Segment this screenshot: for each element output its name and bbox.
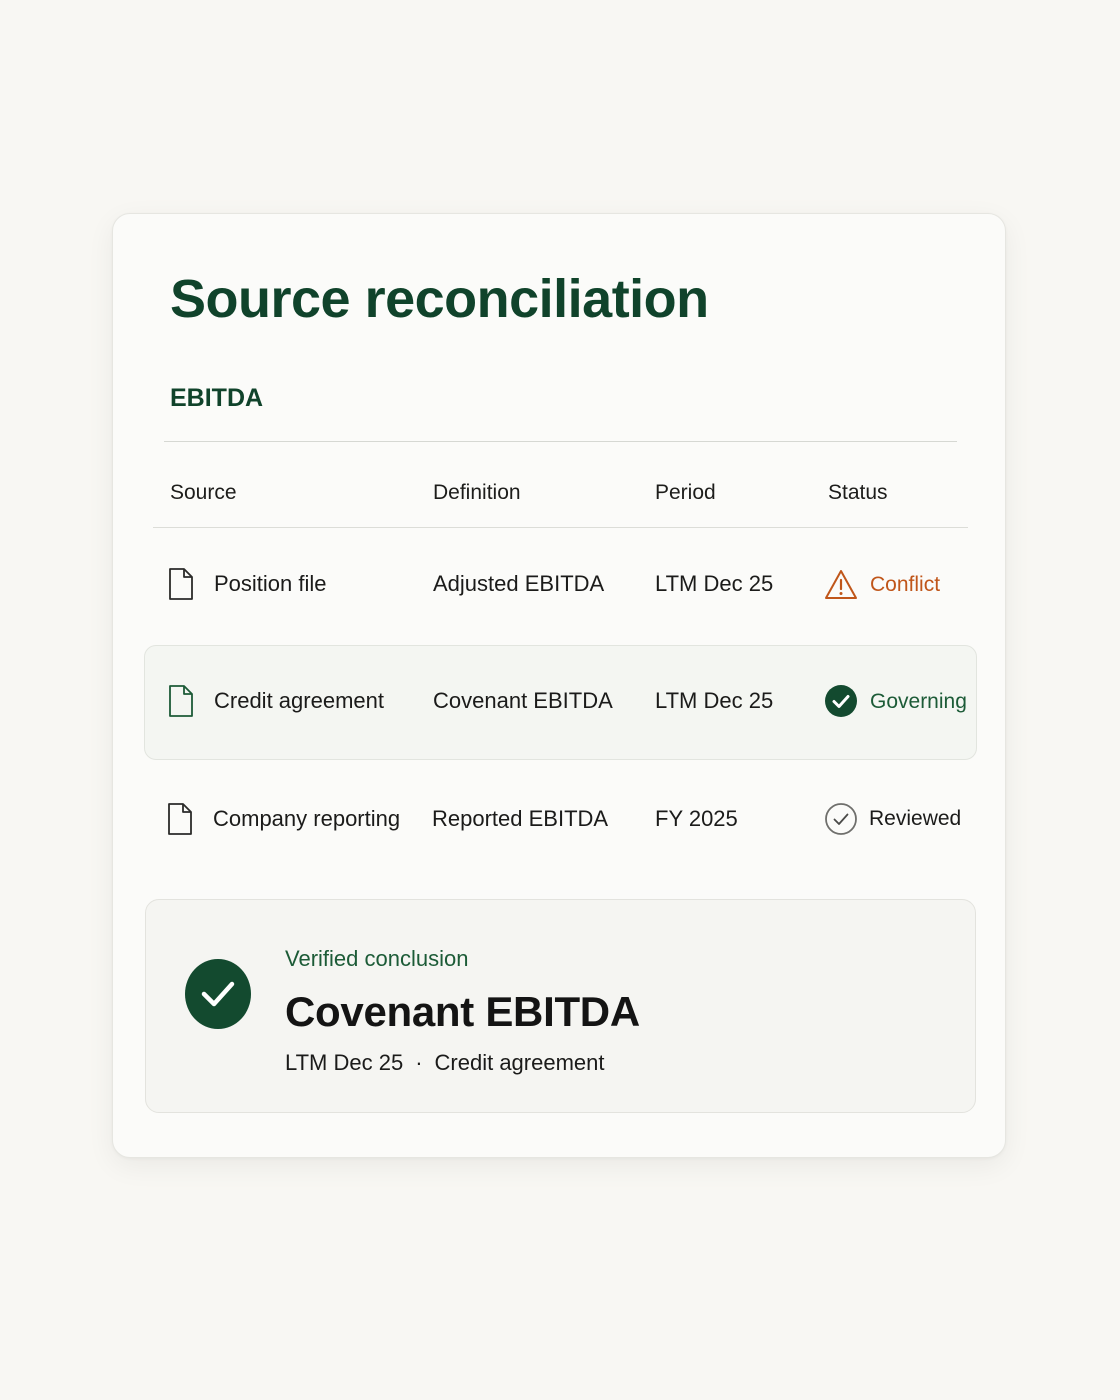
row-period: LTM Dec 25 xyxy=(655,688,774,713)
check-circle-filled-icon xyxy=(825,685,857,717)
row-source: Company reporting xyxy=(213,806,401,831)
document-icon xyxy=(169,568,193,600)
column-header-source: Source xyxy=(170,481,237,504)
column-header-status: Status xyxy=(828,481,888,504)
document-icon xyxy=(168,803,192,835)
table-row-company-reporting[interactable]: Company reporting Reported EBITDA FY 202… xyxy=(144,762,977,877)
conclusion-label: Verified conclusion xyxy=(285,946,469,971)
page-title: Source reconciliation xyxy=(170,269,709,329)
conclusion-value: Covenant EBITDA xyxy=(285,988,640,1035)
check-circle-outline-icon xyxy=(825,803,857,835)
metric-label: EBITDA xyxy=(170,384,264,412)
verified-check-icon xyxy=(185,959,251,1029)
column-header-period: Period xyxy=(655,481,716,504)
separator-dot: · xyxy=(415,1050,423,1075)
row-period: LTM Dec 25 xyxy=(655,571,774,596)
status-badge-conflict: Conflict xyxy=(870,573,941,596)
source-reconciliation-panel: Source reconciliation EBITDA Source Defi… xyxy=(112,213,1006,1158)
row-period: FY 2025 xyxy=(655,806,738,831)
table-row-position-file[interactable]: Position file Adjusted EBITDA LTM Dec 25… xyxy=(144,528,977,643)
row-definition: Covenant EBITDA xyxy=(433,688,613,713)
conclusion-meta: LTM Dec 25 · Credit agreement xyxy=(285,1048,605,1078)
row-definition: Reported EBITDA xyxy=(432,806,609,831)
divider xyxy=(164,441,957,442)
status-badge-reviewed: Reviewed xyxy=(869,807,962,830)
table-row-credit-agreement[interactable]: Credit agreement Covenant EBITDA LTM Dec… xyxy=(144,645,977,760)
verified-conclusion-card: Verified conclusion Covenant EBITDA LTM … xyxy=(145,899,976,1113)
row-source: Position file xyxy=(214,571,327,596)
row-definition: Adjusted EBITDA xyxy=(433,571,605,596)
row-source: Credit agreement xyxy=(214,688,384,713)
status-badge-governing: Governing xyxy=(870,690,967,713)
document-icon xyxy=(169,685,193,717)
conclusion-period: LTM Dec 25 xyxy=(285,1050,404,1075)
column-header-definition: Definition xyxy=(433,481,521,504)
conclusion-source: Credit agreement xyxy=(434,1050,605,1075)
warning-triangle-icon xyxy=(825,570,857,599)
